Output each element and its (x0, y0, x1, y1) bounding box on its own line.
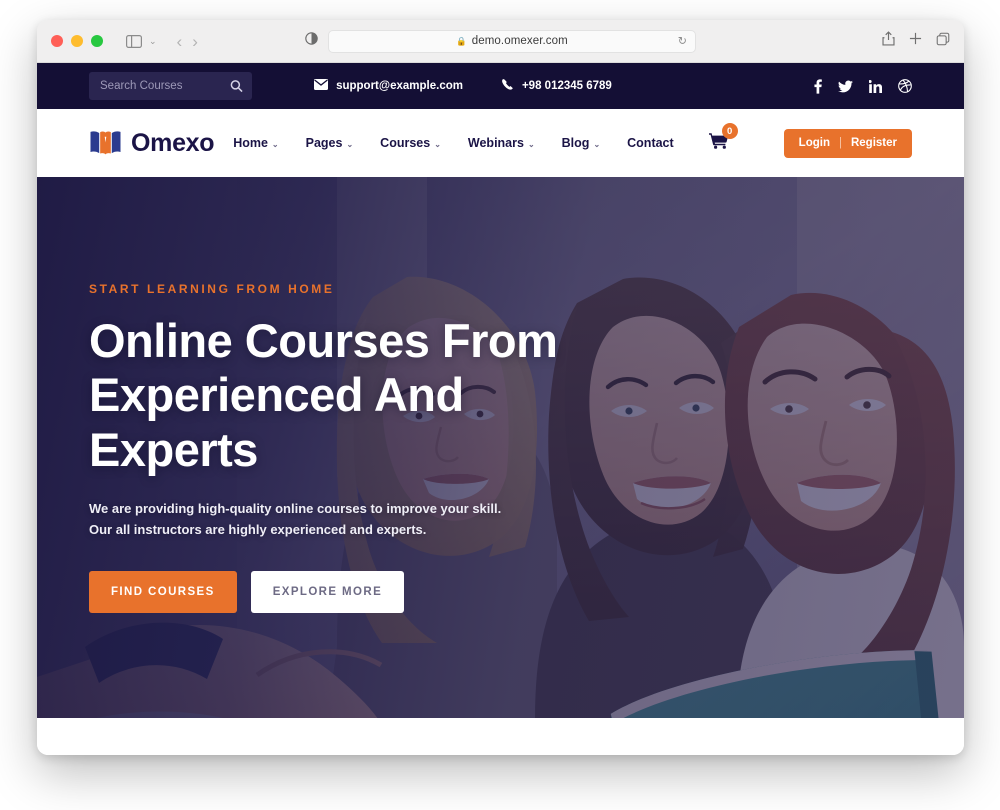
new-tab-icon[interactable] (909, 32, 922, 50)
website-viewport: support@example.com +98 012345 6789 (37, 63, 964, 755)
back-arrow-icon[interactable]: ‹ (177, 33, 183, 50)
chevron-down-icon: ⌄ (434, 139, 441, 149)
nav-label: Pages (305, 136, 343, 150)
history-arrows: ‹ › (177, 33, 198, 50)
phone-contact[interactable]: +98 012345 6789 (501, 78, 612, 94)
brand-name: Omexo (131, 128, 215, 157)
desktop-background: ⌄ ‹ › 🔒 demo.omexer.com ↻ Search Courses… (0, 0, 1000, 810)
nav-label: Blog (561, 136, 590, 150)
nav-item-home[interactable]: Home ⌄ (233, 136, 278, 150)
browser-window: ⌄ ‹ › 🔒 demo.omexer.com ↻ Search Courses… (37, 20, 964, 755)
address-bar[interactable]: 🔒 demo.omexer.com ↻ (328, 29, 696, 53)
hero-subtitle: We are providing high-quality online cou… (89, 501, 502, 538)
cart-button[interactable]: 0 (708, 123, 738, 154)
linkedin-icon[interactable] (868, 79, 882, 93)
explore-more-button[interactable]: Explore More (250, 571, 405, 614)
open-book-logo-icon (89, 128, 122, 158)
reload-icon[interactable]: ↻ (678, 35, 687, 48)
chevron-down-icon: ⌄ (593, 139, 601, 149)
login-label[interactable]: Login (799, 137, 830, 149)
primary-navigation: Home ⌄ Pages ⌄ Courses ⌄ Webinars ⌄ Blog… (233, 123, 912, 158)
forward-arrow-icon[interactable]: › (192, 33, 198, 50)
envelope-icon (314, 79, 329, 93)
cart-count-badge: 0 (721, 123, 738, 139)
nav-label: Webinars (467, 136, 524, 150)
find-courses-button[interactable]: Find Courses (89, 571, 237, 614)
search-courses-field[interactable] (89, 72, 252, 100)
site-topbar: support@example.com +98 012345 6789 (37, 63, 964, 109)
social-links (814, 78, 912, 94)
toolbar-right-group (882, 31, 950, 51)
email-contact[interactable]: support@example.com (314, 79, 463, 93)
email-text: support@example.com (336, 80, 463, 92)
tab-overview-icon[interactable] (936, 32, 950, 51)
chevron-down-icon: ⌄ (527, 139, 535, 149)
nav-item-webinars[interactable]: Webinars ⌄ (468, 136, 535, 150)
share-icon[interactable] (882, 31, 895, 51)
auth-separator: | (838, 137, 842, 149)
site-logo[interactable]: Omexo (89, 128, 215, 158)
hero-eyebrow: Start Learning From Home (89, 281, 335, 296)
contact-info-group: support@example.com +98 012345 6789 (314, 78, 612, 94)
chevron-down-icon: ⌄ (271, 139, 279, 149)
nav-label: Courses (380, 136, 431, 150)
browser-toolbar: ⌄ ‹ › 🔒 demo.omexer.com ↻ (37, 20, 964, 63)
login-register-button[interactable]: Login | Register (783, 128, 912, 158)
facebook-icon[interactable] (814, 78, 822, 94)
twitter-icon[interactable] (837, 80, 853, 93)
chevron-down-icon: ⌄ (346, 139, 354, 149)
nav-item-courses[interactable]: Courses ⌄ (380, 136, 441, 150)
sidebar-chevron-down-icon[interactable]: ⌄ (149, 36, 157, 47)
reader-contrast-icon[interactable] (305, 32, 318, 50)
register-label[interactable]: Register (851, 137, 897, 149)
hero-section: Start Learning From Home Online Courses … (37, 177, 964, 718)
nav-item-contact[interactable]: Contact (627, 136, 674, 150)
window-controls (51, 35, 103, 47)
search-icon[interactable] (230, 80, 243, 93)
nav-item-blog[interactable]: Blog ⌄ (562, 136, 600, 150)
site-navbar: Omexo Home ⌄ Pages ⌄ Courses ⌄ Webinars … (37, 109, 964, 177)
search-input[interactable] (89, 72, 252, 100)
nav-label: Contact (627, 136, 674, 150)
minimize-window-button[interactable] (71, 35, 83, 47)
dribbble-icon[interactable] (898, 79, 912, 93)
nav-label: Home (233, 136, 268, 150)
hero-heading: Online Courses From Experienced And Expe… (89, 313, 558, 476)
url-text: demo.omexer.com (471, 35, 568, 47)
phone-icon (501, 78, 514, 94)
navigation-controls: ⌄ ‹ › (121, 29, 198, 53)
below-fold-whitespace (37, 718, 964, 755)
maximize-window-button[interactable] (91, 35, 103, 47)
nav-item-pages[interactable]: Pages ⌄ (306, 136, 354, 150)
lock-icon: 🔒 (456, 35, 467, 46)
phone-text: +98 012345 6789 (521, 80, 612, 92)
hero-cta-group: Find Courses Explore More (89, 571, 609, 614)
hero-content: Start Learning From Home Online Courses … (89, 177, 609, 718)
close-window-button[interactable] (51, 35, 63, 47)
sidebar-toggle-icon[interactable] (121, 29, 147, 53)
